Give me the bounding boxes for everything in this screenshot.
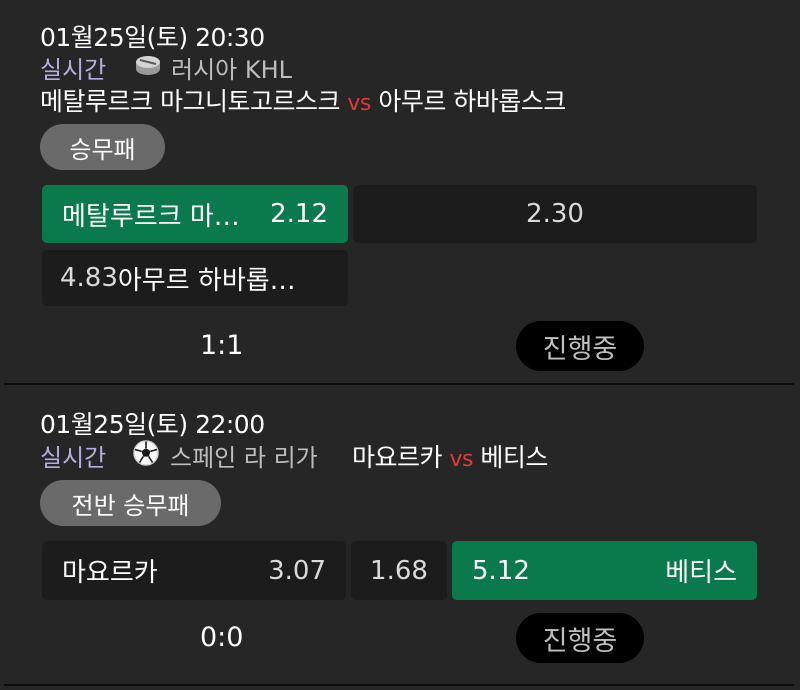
league-name: 스페인 라 리가 <box>170 444 318 472</box>
vs-label: vs <box>347 91 371 116</box>
odds-away-value: 4.83 <box>60 263 118 293</box>
odds-home-button[interactable]: 메탈루르크 마… 2.12 <box>42 185 348 243</box>
live-label: 실시간 <box>40 56 107 84</box>
league-name: 러시아 KHL <box>171 56 293 84</box>
match-score: 0:0 <box>200 622 244 653</box>
match-score: 1:1 <box>200 330 244 361</box>
odds-draw-button[interactable]: 1.68 <box>351 541 447 600</box>
odds-home-button[interactable]: 마요르카 3.07 <box>42 541 346 600</box>
soccer-ball-icon <box>133 440 159 466</box>
odds-away-button[interactable]: 4.83 아무르 하바롭… <box>42 250 348 306</box>
live-label: 실시간 <box>40 444 107 472</box>
match-teams: 메탈루르크 마그니토고르스크 vs 아무르 하바롭스크 <box>40 82 566 118</box>
odds-away-name: 아무르 하바롭… <box>117 265 296 296</box>
market-type-pill[interactable]: 전반 승무패 <box>40 480 221 526</box>
odds-draw-value: 2.30 <box>526 199 584 229</box>
odds-draw-value: 1.68 <box>370 555 428 586</box>
odds-home-value: 3.07 <box>268 555 326 586</box>
odds-away-value: 5.12 <box>472 555 530 586</box>
vs-label: vs <box>449 447 473 472</box>
away-team: 베티스 <box>480 443 548 472</box>
away-team: 아무르 하바롭스크 <box>378 87 566 116</box>
odds-home-value: 2.12 <box>270 199 328 229</box>
hockey-puck-icon <box>136 56 160 75</box>
match-teams: 마요르카 vs 베티스 <box>352 438 548 474</box>
odds-home-name: 메탈루르크 마… <box>62 201 240 232</box>
home-team: 메탈루르크 마그니토고르스크 <box>40 87 340 116</box>
odds-draw-button[interactable]: 2.30 <box>353 185 757 243</box>
match-card: 01월25일(토) 22:00 실시간 스페인 라 리가 마요르카 vs 베티스… <box>4 385 794 683</box>
match-divider <box>4 684 794 686</box>
status-pill: 진행중 <box>516 321 644 371</box>
odds-home-name: 마요르카 <box>62 558 158 588</box>
market-type-pill[interactable]: 승무패 <box>40 124 165 170</box>
odds-away-button[interactable]: 5.12 베티스 <box>452 541 757 600</box>
home-team: 마요르카 <box>352 443 443 472</box>
odds-away-name: 베티스 <box>665 558 737 588</box>
status-pill: 진행중 <box>516 613 644 663</box>
match-datetime: 01월25일(토) 22:00 <box>40 410 265 439</box>
match-card: 01월25일(토) 20:30 실시간 러시아 KHL 메탈루르크 마그니토고르… <box>4 0 794 383</box>
match-datetime: 01월25일(토) 20:30 <box>40 23 265 52</box>
